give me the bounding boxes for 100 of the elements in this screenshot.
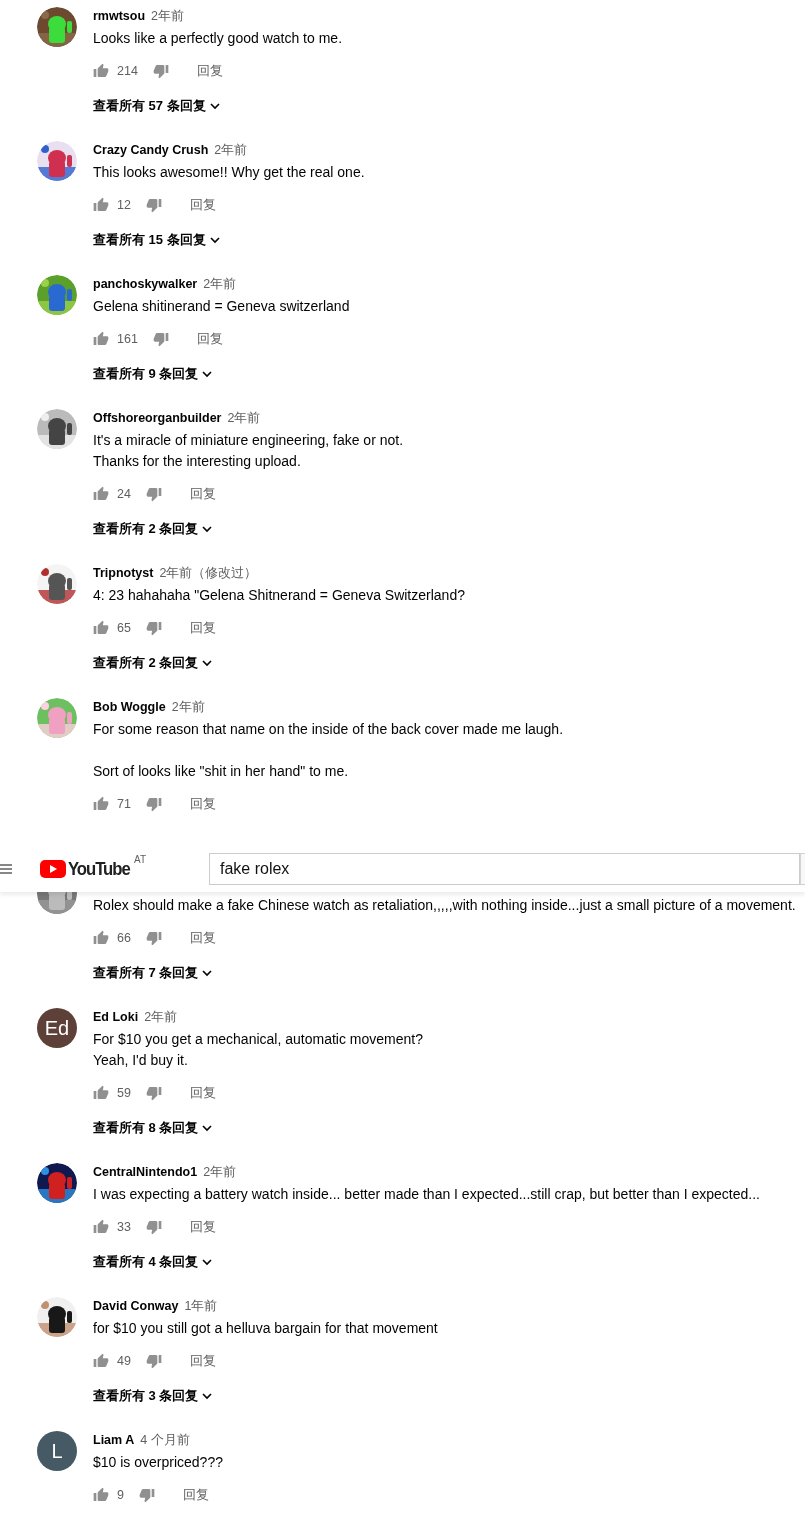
chevron-down-icon (202, 1124, 213, 1132)
thumbs-down-icon[interactable] (145, 930, 162, 946)
like-count: 12 (117, 198, 131, 212)
author-name[interactable]: Crazy Candy Crush (93, 143, 209, 157)
comment-text: $10 is overpriced??? (93, 1453, 224, 1472)
view-replies-link[interactable]: 查看所有 15 条回复 (93, 231, 220, 249)
comment-time[interactable]: 2年前 (227, 409, 261, 427)
comment-time[interactable]: 4 个月前 (140, 1431, 190, 1449)
chevron-down-icon (202, 1258, 213, 1266)
author-name[interactable]: rmwtsou (93, 9, 146, 23)
thumbs-up-icon[interactable] (93, 331, 109, 347)
comment-time[interactable]: 2年前 (171, 698, 205, 716)
thumbs-up-icon[interactable] (93, 620, 109, 636)
reply-button[interactable]: 回复 (196, 58, 223, 84)
logo-text[interactable]: YouTube (68, 857, 130, 880)
view-replies-link[interactable]: 查看所有 3 条回复 (93, 1387, 213, 1405)
comment-time[interactable]: 2年前 (144, 1008, 178, 1026)
author-name[interactable]: CentralNintendo1 (93, 1165, 198, 1179)
chevron-down-icon (202, 659, 213, 667)
author-name[interactable]: Tripnotyst (93, 566, 154, 580)
comment-time[interactable]: 2年前 (203, 275, 237, 293)
like-count: 33 (117, 1220, 131, 1234)
view-replies-link[interactable]: 查看所有 8 条回复 (93, 1119, 213, 1137)
chevron-down-icon (202, 1392, 213, 1400)
chevron-down-icon (209, 102, 220, 110)
thumbs-up-icon[interactable] (93, 486, 109, 502)
thumbs-up-icon[interactable] (93, 63, 109, 79)
comment-time[interactable]: 2年前（修改过） (159, 564, 258, 582)
thumbs-down-icon[interactable] (145, 197, 162, 213)
like-count: 49 (117, 1354, 131, 1368)
comment-text: Gelena shitinerand = Geneva switzerland (93, 297, 351, 316)
search-field[interactable]: fake rolex (209, 852, 800, 885)
comment-text: This looks awesome!! Why get the real one. (93, 163, 366, 182)
thumbs-up-icon[interactable] (93, 1487, 109, 1503)
reply-button[interactable]: 回复 (189, 615, 216, 641)
comment-text: For some reason that name on the inside of the back cover made me laugh. Sort of looks like "shit in her hand" to me. (93, 720, 565, 781)
author-name[interactable]: David Conway (93, 1299, 179, 1313)
chevron-down-icon (202, 370, 213, 378)
like-count: 59 (117, 1086, 131, 1100)
like-count: 65 (117, 621, 131, 635)
play-logo-icon (40, 859, 66, 878)
comment-text: Looks like a perfectly good watch to me. (93, 29, 344, 48)
view-replies-link[interactable]: 查看所有 9 条回复 (93, 365, 213, 383)
comment-time[interactable]: 2年前 (203, 1163, 237, 1181)
view-replies-link[interactable]: 查看所有 57 条回复 (93, 97, 220, 115)
comment-text: Rolex should make a fake Chinese watch as retaliation,,,,,with nothing inside...just a small picture of a movement. (93, 896, 797, 915)
reply-button[interactable]: 回复 (189, 925, 216, 951)
reply-button[interactable]: 回复 (182, 1482, 209, 1508)
thumbs-up-icon[interactable] (93, 930, 109, 946)
reply-button[interactable]: 回复 (189, 1080, 216, 1106)
reply-button[interactable]: 回复 (189, 1348, 216, 1374)
comment-text: I was expecting a battery watch inside... better made than I expected...still crap, but better than I expected... (93, 1185, 761, 1204)
chevron-down-icon (209, 236, 220, 244)
like-count: 66 (117, 931, 131, 945)
comment-time[interactable]: 2年前 (214, 141, 248, 159)
reply-button[interactable]: 回复 (189, 192, 216, 218)
reply-button[interactable]: 回复 (189, 481, 216, 507)
chevron-down-icon (202, 969, 213, 977)
comment-time[interactable]: 2年前 (151, 7, 185, 25)
author-name[interactable]: panchoskywalker (93, 277, 198, 291)
view-replies-link[interactable]: 查看所有 2 条回复 (93, 654, 213, 672)
thumbs-down-icon[interactable] (145, 1219, 162, 1235)
reply-button[interactable]: 回复 (189, 791, 216, 817)
view-replies-link[interactable]: 查看所有 7 条回复 (93, 964, 213, 982)
comment-text: It's a miracle of miniature engineering, fake or not. Thanks for the interesting upload. (93, 431, 405, 471)
thumbs-down-icon[interactable] (152, 331, 169, 347)
comment-time[interactable]: 1年前 (184, 1297, 218, 1315)
like-count: 9 (117, 1488, 124, 1502)
author-name[interactable]: Offshoreorganbuilder (93, 411, 222, 425)
thumbs-down-icon[interactable] (145, 1085, 162, 1101)
thumbs-down-icon[interactable] (145, 1353, 162, 1369)
avatar: L (37, 1431, 77, 1471)
thumbs-down-icon[interactable] (145, 486, 162, 502)
like-count: 24 (117, 487, 131, 501)
like-count: 71 (117, 797, 131, 811)
region-code: AT (134, 853, 147, 865)
thumbs-up-icon[interactable] (93, 197, 109, 213)
reply-button[interactable]: 回复 (196, 326, 223, 352)
author-name[interactable]: Liam A (93, 1433, 135, 1447)
like-count: 161 (117, 332, 138, 346)
thumbs-down-icon[interactable] (138, 1487, 155, 1503)
thumbs-up-icon[interactable] (93, 796, 109, 812)
chevron-down-icon (202, 525, 213, 533)
view-replies-link[interactable]: 查看所有 2 条回复 (93, 520, 213, 538)
avatar: Ed (37, 1008, 77, 1048)
author-name[interactable]: Ed Loki (93, 1010, 139, 1024)
author-name[interactable]: Bob Woggle (93, 700, 166, 714)
like-count: 214 (117, 64, 138, 78)
comment-text: For $10 you get a mechanical, automatic movement? Yeah, I'd buy it. (93, 1030, 424, 1070)
comment-text: for $10 you still got a helluva bargain for that movement (93, 1319, 439, 1338)
thumbs-up-icon[interactable] (93, 1353, 109, 1369)
menu-icon[interactable] (0, 862, 12, 875)
thumbs-down-icon[interactable] (145, 620, 162, 636)
view-replies-link[interactable]: 查看所有 4 条回复 (93, 1253, 213, 1271)
thumbs-down-icon[interactable] (145, 796, 162, 812)
comment-text: 4: 23 hahahaha "Gelena Shitnerand = Geneva Switzerland? (93, 586, 466, 605)
thumbs-up-icon[interactable] (93, 1085, 109, 1101)
thumbs-up-icon[interactable] (93, 1219, 109, 1235)
thumbs-down-icon[interactable] (152, 63, 169, 79)
reply-button[interactable]: 回复 (189, 1214, 216, 1240)
